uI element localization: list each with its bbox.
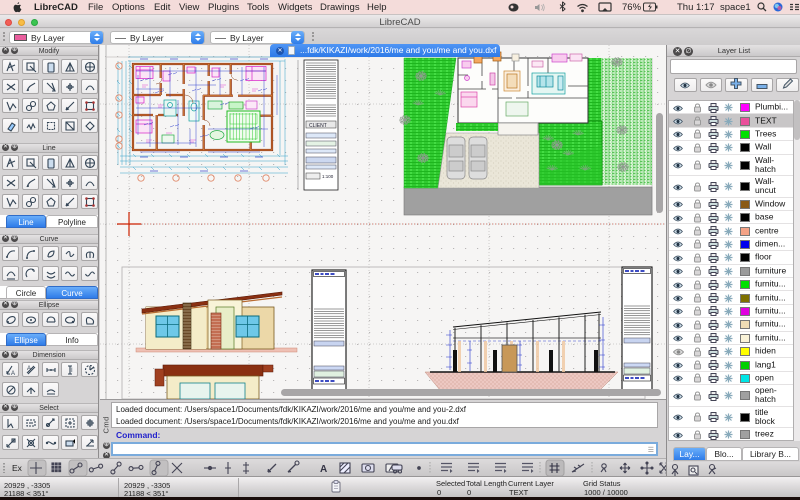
- svg-text:A: A: [320, 464, 327, 475]
- svg-text:A: A: [11, 371, 15, 376]
- svg-text:A: A: [27, 366, 31, 372]
- svg-text:Ex: Ex: [12, 463, 23, 473]
- svg-text:1:100: 1:100: [322, 174, 334, 179]
- svg-text:CLIENT: CLIENT: [309, 123, 327, 129]
- svg-text:I: I: [71, 368, 73, 374]
